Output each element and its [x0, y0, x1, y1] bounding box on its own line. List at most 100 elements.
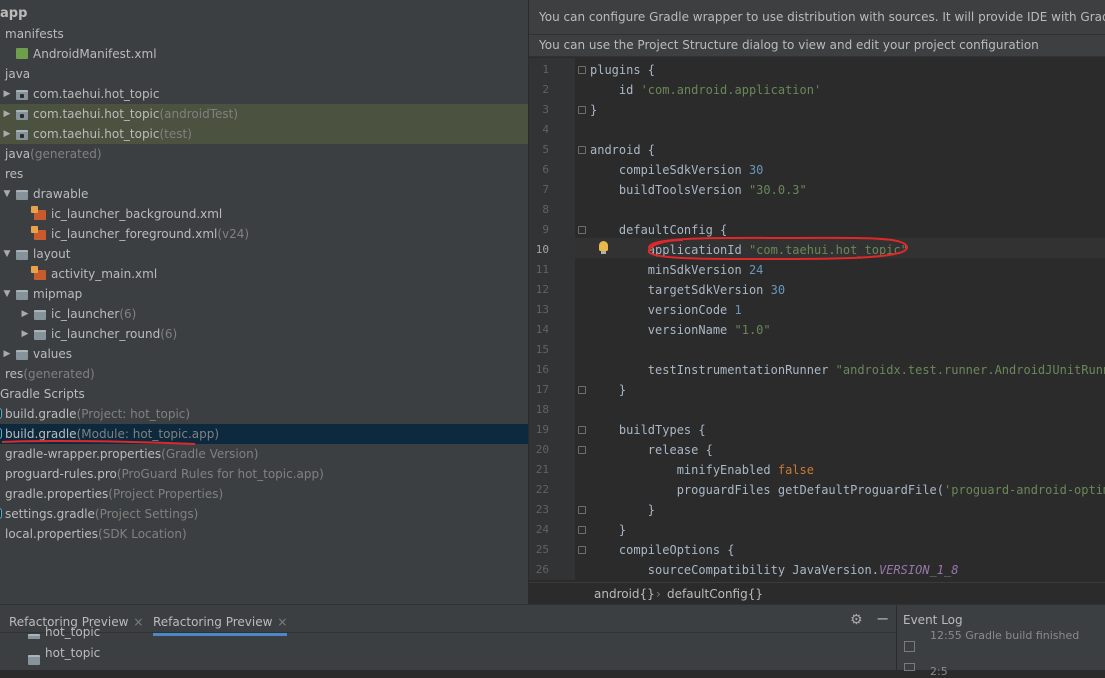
tree-item[interactable]: local.properties(SDK Location)	[0, 524, 528, 544]
tree-item[interactable]: manifests	[0, 24, 528, 44]
close-icon[interactable]: ×	[133, 615, 143, 629]
code-line[interactable]: android {	[590, 140, 655, 160]
tree-item[interactable]: ▼ layout	[0, 244, 528, 264]
gradle-wrapper-banner[interactable]: You can configure Gradle wrapper to use …	[529, 0, 1105, 35]
tree-item[interactable]: gradle.properties(Project Properties)	[0, 484, 528, 504]
tree-item[interactable]: build.gradle(Project: hot_topic)	[0, 404, 528, 424]
fold-marker-icon[interactable]	[578, 546, 586, 554]
code-line[interactable]: compileSdkVersion 30	[590, 160, 764, 180]
event-log-title[interactable]: Event Log	[903, 613, 963, 627]
tree-item[interactable]: java	[0, 64, 528, 84]
tree-item[interactable]: ▶ com.taehui.hot_topic(androidTest)	[0, 104, 528, 124]
tree-item-label: settings.gradle(Project Settings)	[5, 507, 199, 521]
chevron-down-icon[interactable]: ▼	[2, 284, 12, 304]
tree-item[interactable]: ⚙java(generated)	[0, 144, 528, 164]
settings-icon[interactable]	[904, 641, 915, 652]
fold-marker-icon[interactable]	[578, 526, 586, 534]
code-line[interactable]: testInstrumentationRunner "androidx.test…	[590, 360, 1105, 380]
tree-item[interactable]: settings.gradle(Project Settings)	[0, 504, 528, 524]
code-line[interactable]: }	[590, 500, 655, 520]
event-log-entry[interactable]: 12:55 Gradle build finished	[930, 629, 1079, 642]
tree-item[interactable]: ▼ mipmap	[0, 284, 528, 304]
folder-icon	[28, 633, 40, 639]
tree-item[interactable]: res(generated)	[0, 364, 528, 384]
tree-item-label: AndroidManifest.xml	[33, 47, 157, 61]
fold-marker-icon[interactable]	[578, 506, 586, 514]
fold-marker-icon[interactable]	[578, 426, 586, 434]
folder-icon	[16, 290, 28, 300]
chevron-right-icon[interactable]: ▶	[2, 344, 12, 364]
tree-item[interactable]: ▶ com.taehui.hot_topic(test)	[0, 124, 528, 144]
code-line[interactable]: buildTypes {	[590, 420, 706, 440]
tree-item[interactable]: ▶ ic_launcher(6)	[0, 304, 528, 324]
code-line[interactable]: minifyEnabled false	[590, 460, 814, 480]
tree-item[interactable]: activity_main.xml	[0, 264, 528, 284]
code-line[interactable]: proguardFiles getDefaultProguardFile('pr…	[590, 480, 1105, 500]
tree-item[interactable]: Gradle Scripts	[0, 384, 528, 404]
code-line[interactable]: id 'com.android.application'	[590, 80, 821, 100]
gear-icon[interactable]: ⚙	[850, 612, 863, 628]
chevron-right-icon[interactable]: ▶	[2, 124, 12, 144]
line-number: 2	[542, 83, 549, 96]
list-item[interactable]: hot_topic	[28, 625, 100, 639]
tree-item-label: ic_launcher_background.xml	[51, 207, 223, 221]
project-structure-banner[interactable]: You can use the Project Structure dialog…	[529, 35, 1105, 57]
tree-item[interactable]: ▶ values	[0, 344, 528, 364]
chevron-down-icon[interactable]: ▼	[2, 244, 12, 264]
code-editor[interactable]: You can configure Gradle wrapper to use …	[529, 0, 1105, 604]
chevron-right-icon[interactable]: ▶	[20, 324, 30, 344]
code-line[interactable]: targetSdkVersion 30	[590, 280, 785, 300]
fold-marker-icon[interactable]	[578, 106, 586, 114]
chevron-right-icon[interactable]: ▶	[20, 304, 30, 324]
tree-item[interactable]: ic_launcher_background.xml	[0, 204, 528, 224]
lightbulb-icon[interactable]	[599, 241, 608, 254]
code-line[interactable]: plugins {	[590, 60, 655, 80]
panel-divider	[896, 605, 897, 670]
tree-item[interactable]: ▶ ic_launcher_round(6)	[0, 324, 528, 344]
fold-marker-icon[interactable]	[578, 386, 586, 394]
code-token: 1	[734, 303, 742, 317]
settings-icon[interactable]	[904, 663, 915, 671]
tree-item[interactable]: res	[0, 164, 528, 184]
code-line[interactable]: }	[590, 100, 597, 120]
tree-item[interactable]: ▼ drawable	[0, 184, 528, 204]
list-item[interactable]: hot_topic	[28, 643, 100, 665]
code-line[interactable]: }	[590, 520, 626, 540]
breadcrumb-defaultconfig[interactable]: defaultConfig{}	[667, 583, 763, 604]
package-icon	[16, 110, 28, 120]
code-token: "androidx.test.runner.AndroidJUnitRunner…	[835, 363, 1105, 377]
code-line[interactable]: versionName "1.0"	[590, 320, 771, 340]
fold-marker-icon[interactable]	[578, 226, 586, 234]
chevron-right-icon[interactable]: ▶	[2, 84, 12, 104]
close-icon[interactable]: ×	[277, 615, 287, 629]
event-log-entry[interactable]: 2:5	[930, 665, 948, 678]
line-number: 12	[535, 283, 549, 296]
tree-item[interactable]: proguard-rules.pro(ProGuard Rules for ho…	[0, 464, 528, 484]
tree-item-label: com.taehui.hot_topic(androidTest)	[33, 107, 239, 121]
line-gutter: 1 2 3 4 5 6 7 8 9 10 11 12 13 14 15 16 17 18 19 20 21 22 23 24 2…	[529, 58, 575, 580]
hide-icon[interactable]: −	[876, 609, 889, 628]
code-line[interactable]: compileOptions {	[590, 540, 735, 560]
code-line[interactable]: sourceCompatibility JavaVersion.VERSION_…	[590, 560, 959, 580]
code-line[interactable]: release {	[590, 440, 713, 460]
code-line[interactable]: buildToolsVersion "30.0.3"	[590, 180, 807, 200]
code-line[interactable]: minSdkVersion 24	[590, 260, 764, 280]
tree-item-label: drawable	[33, 187, 89, 201]
fold-marker-icon[interactable]	[578, 66, 586, 74]
code-line[interactable]: versionCode 1	[590, 300, 742, 320]
code-line[interactable]: }	[590, 380, 626, 400]
tree-item[interactable]: ic_launcher_foreground.xml(v24)	[0, 224, 528, 244]
chevron-right-icon[interactable]: ▶	[2, 104, 12, 124]
line-number: 21	[535, 463, 549, 476]
tab-label: Refactoring Preview	[153, 615, 273, 629]
breadcrumb-android[interactable]: android{}	[594, 583, 655, 604]
tree-item[interactable]: ▶ com.taehui.hot_topic	[0, 84, 528, 104]
tree-item[interactable]: app	[0, 4, 528, 24]
line-number: 23	[535, 503, 549, 516]
project-tree[interactable]: app manifests AndroidManifest.xml java ▶ com.…	[0, 0, 528, 604]
chevron-down-icon[interactable]: ▼	[2, 184, 12, 204]
tree-item-label: mipmap	[33, 287, 83, 301]
fold-marker-icon[interactable]	[578, 146, 586, 154]
tree-item[interactable]: AndroidManifest.xml	[0, 44, 528, 64]
fold-marker-icon[interactable]	[578, 446, 586, 454]
